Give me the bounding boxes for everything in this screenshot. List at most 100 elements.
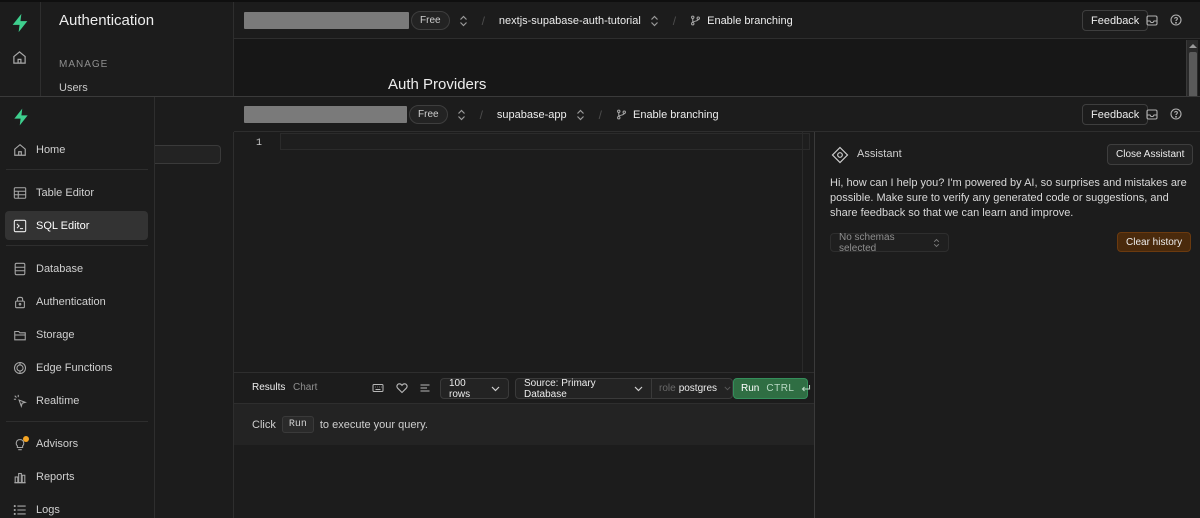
align-left-icon[interactable]: [419, 382, 431, 394]
sidebar-item-label: Advisors: [36, 437, 79, 450]
redacted-org-name[interactable]: [244, 106, 407, 123]
sidebar-item-logs[interactable]: Logs: [5, 495, 148, 518]
keyboard-icon[interactable]: [372, 382, 384, 394]
bg-page-heading: Auth Providers: [388, 76, 487, 93]
rows-limit-select[interactable]: 100 rows: [440, 377, 509, 400]
sidebar-divider: [6, 245, 148, 246]
tab-results[interactable]: Results: [252, 382, 285, 393]
enter-key-icon: [801, 384, 811, 393]
line-number-gutter: 1: [234, 132, 280, 372]
bg-icon-rail: [0, 2, 41, 96]
bg-plan-badge: Free: [411, 11, 450, 30]
active-line[interactable]: [280, 133, 810, 150]
breadcrumb-separator: /: [672, 13, 677, 28]
background-window: Authentication MANAGE Users Auth Provide…: [0, 0, 1200, 96]
sql-code-editor[interactable]: 1: [234, 132, 814, 372]
line-number: 1: [256, 138, 263, 149]
lock-icon: [13, 295, 27, 309]
bg-scrollbar[interactable]: [1186, 40, 1198, 96]
chevron-down-icon: [491, 386, 500, 392]
results-empty-area: [234, 445, 814, 518]
feedback-button[interactable]: Feedback: [1082, 104, 1149, 125]
inbox-icon[interactable]: [1146, 15, 1158, 26]
source-database-select[interactable]: Source: Primary Database: [515, 377, 652, 400]
assistant-panel: Assistant Close Assistant Hi, how can I …: [814, 132, 1200, 518]
clear-history-button[interactable]: Clear history: [1117, 232, 1192, 252]
bg-branching-label: Enable branching: [707, 14, 793, 27]
breadcrumb-separator: /: [481, 13, 485, 28]
schema-select[interactable]: No schemas selected: [830, 232, 949, 254]
bg-enable-branching[interactable]: Enable branching: [690, 15, 793, 27]
sidebar-item-label: Table Editor: [36, 186, 95, 199]
search-queries-input[interactable]: [155, 145, 221, 164]
sidebar-item-reports[interactable]: Reports: [5, 462, 148, 491]
editor-scrollbar[interactable]: [802, 132, 814, 372]
bg-feedback-button[interactable]: Feedback: [1082, 10, 1149, 31]
inbox-icon[interactable]: [1146, 109, 1158, 120]
notification-dot: [23, 435, 29, 442]
results-panel: Click Run to execute your query.: [234, 404, 814, 445]
bg-project-name[interactable]: nextjs-supabase-auth-tutorial: [499, 15, 641, 27]
bg-manage-label: MANAGE: [59, 59, 109, 70]
bg-users-link[interactable]: Users: [59, 82, 88, 94]
home-icon[interactable]: [12, 50, 27, 65]
sidebar-item-database[interactable]: Database: [5, 254, 148, 283]
tab-chart[interactable]: Chart: [293, 382, 317, 393]
role-select[interactable]: role postgres: [651, 378, 733, 399]
bg-auth-menu: Authentication MANAGE Users: [41, 2, 234, 96]
sidebar-item-label: Home: [36, 143, 66, 156]
archive-icon: [13, 328, 27, 342]
sidebar-item-storage[interactable]: Storage: [5, 320, 148, 349]
source-value: Source: Primary Database: [524, 377, 596, 400]
sidebar-item-authentication[interactable]: Authentication: [5, 287, 148, 316]
breadcrumb-separator: /: [598, 107, 602, 122]
enable-branching-button[interactable]: Enable branching: [616, 109, 719, 121]
chevron-updown-icon[interactable]: [459, 15, 468, 27]
bg-section-title: Authentication: [59, 12, 155, 29]
assistant-title: Assistant: [857, 148, 902, 160]
chart-icon: [13, 470, 27, 484]
chevron-down-icon: [724, 386, 731, 391]
project-name[interactable]: supabase-app: [497, 109, 567, 121]
sidebar-item-label: Edge Functions: [36, 361, 113, 374]
sidebar-item-label: Storage: [36, 328, 75, 341]
results-message-suffix: to execute your query.: [319, 418, 428, 431]
supabase-logo-icon[interactable]: [11, 107, 31, 127]
branching-label: Enable branching: [632, 108, 719, 121]
chevron-updown-icon[interactable]: [576, 109, 585, 121]
run-label: Run: [741, 383, 760, 394]
rows-limit-value: 100 rows: [449, 377, 471, 400]
chevron-down-icon: [634, 386, 643, 392]
terminal-icon: [13, 219, 27, 233]
role-value: postgres: [678, 383, 718, 394]
topbar: Free / supabase-app / Enable branching F…: [234, 97, 1200, 132]
git-branch-icon: [616, 109, 627, 120]
redacted-org-name[interactable]: [244, 12, 409, 29]
close-assistant-button[interactable]: Close Assistant: [1107, 144, 1194, 165]
sidebar-item-label: Logs: [36, 503, 60, 516]
sql-editor-window: Home Table Editor SQL Editor Database Au…: [0, 96, 1200, 518]
run-query-button[interactable]: Run CTRL: [733, 378, 811, 399]
assistant-intro-text: Hi, how can I help you? I'm powered by A…: [830, 177, 1187, 219]
heart-icon[interactable]: [396, 382, 408, 394]
sidebar-item-label: Database: [36, 262, 84, 275]
role-label: role: [659, 383, 676, 394]
run-hint-chip: Run: [281, 416, 314, 433]
main-sidebar: Home Table Editor SQL Editor Database Au…: [0, 97, 155, 518]
sidebar-item-sql-editor[interactable]: SQL Editor: [5, 211, 148, 240]
sidebar-item-edge-functions[interactable]: Edge Functions: [5, 353, 148, 382]
breadcrumb: Free / supabase-app / Enable branching: [244, 96, 719, 133]
function-icon: [13, 361, 27, 375]
sidebar-item-advisors[interactable]: Advisors: [5, 429, 148, 458]
sidebar-item-realtime[interactable]: Realtime: [5, 386, 148, 415]
chevron-updown-icon[interactable]: [457, 109, 466, 121]
sidebar-item-table-editor[interactable]: Table Editor: [5, 178, 148, 207]
cursor-icon: [13, 394, 27, 408]
help-icon[interactable]: [1170, 108, 1182, 120]
sidebar-item-home[interactable]: Home: [5, 135, 148, 164]
chevron-updown-icon[interactable]: [650, 15, 659, 27]
results-toolbar: Results Chart 100 rows Source: Primary D…: [234, 372, 814, 404]
supabase-logo-icon[interactable]: [9, 12, 31, 34]
help-icon[interactable]: [1170, 14, 1182, 26]
bg-scrollbar-thumb[interactable]: [1189, 52, 1197, 96]
